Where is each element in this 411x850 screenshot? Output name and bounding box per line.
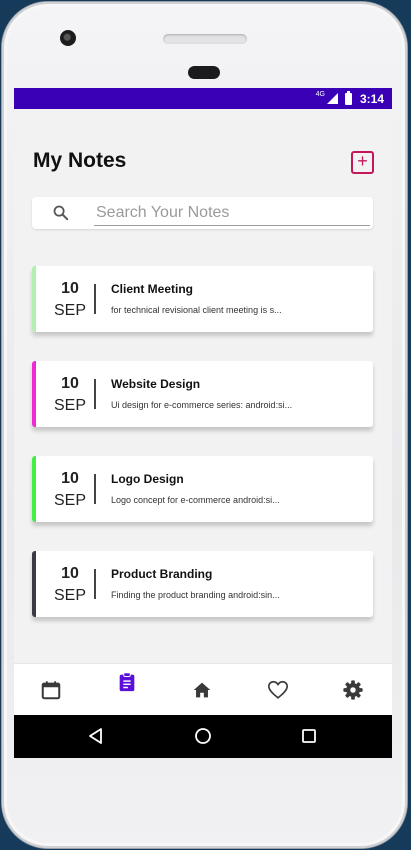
earpiece-speaker (163, 34, 247, 44)
note-preview: for technical revisional client meeting … (111, 305, 282, 315)
signal-icon (326, 93, 338, 104)
nav-favorites[interactable] (250, 664, 306, 716)
proximity-sensor (188, 66, 220, 79)
note-preview: Finding the product branding android:sin… (111, 590, 280, 600)
note-divider (94, 569, 96, 599)
nav-calendar[interactable] (23, 664, 79, 716)
nav-home[interactable] (174, 664, 230, 716)
search-icon (53, 205, 69, 221)
calendar-icon (41, 681, 61, 700)
nav-notes[interactable] (99, 664, 155, 716)
search-input[interactable] (94, 201, 370, 226)
note-month: SEP (54, 397, 87, 414)
recents-button[interactable] (299, 726, 319, 746)
note-title: Logo Design (111, 472, 184, 486)
note-accent-bar (32, 266, 36, 332)
note-card-logo-design[interactable]: 10 SEP Logo Design Logo concept for e-co… (32, 456, 373, 522)
clipboard-notes-icon (119, 672, 135, 692)
search-bar (32, 197, 373, 229)
settings-gear-icon (343, 680, 363, 700)
back-button[interactable] (86, 726, 106, 746)
recents-icon (302, 729, 316, 743)
network-type: 4G (315, 91, 325, 98)
note-accent-bar (32, 361, 36, 427)
status-bar: 4G 3:14 (14, 88, 392, 109)
home-icon (193, 682, 211, 698)
system-navigation-bar (14, 715, 392, 758)
app-screen: 4G 3:14 My Notes + 10 SEP Client Meeting… (14, 88, 392, 758)
note-title: Product Branding (111, 567, 213, 581)
add-note-button[interactable]: + (351, 151, 374, 174)
add-note-icon: + (357, 151, 368, 171)
note-month: SEP (54, 302, 87, 319)
note-day: 10 (61, 470, 79, 487)
page-title: My Notes (33, 149, 127, 172)
front-camera (60, 30, 76, 46)
note-card-website-design[interactable]: 10 SEP Website Design Ui design for e-co… (32, 361, 373, 427)
heart-icon (268, 680, 288, 699)
note-month: SEP (54, 587, 87, 604)
nav-settings[interactable] (325, 664, 381, 716)
note-card-client-meeting[interactable]: 10 SEP Client Meeting for technical revi… (32, 266, 373, 332)
note-title: Client Meeting (111, 282, 194, 296)
note-date: 10 SEP (54, 470, 86, 511)
home-circle-icon (195, 728, 211, 744)
clock: 3:14 (359, 91, 384, 106)
notes-list: 10 SEP Client Meeting for technical revi… (32, 266, 373, 646)
note-date: 10 SEP (54, 565, 86, 606)
home-button[interactable] (193, 726, 213, 746)
note-preview: Ui design for e-commerce series: android… (111, 400, 293, 410)
bottom-navigation (14, 663, 392, 716)
note-date: 10 SEP (54, 375, 86, 416)
note-divider (94, 379, 96, 409)
back-icon (89, 728, 102, 744)
note-day: 10 (61, 280, 79, 297)
note-accent-bar (32, 456, 36, 522)
note-title: Website Design (111, 377, 201, 391)
note-day: 10 (61, 375, 79, 392)
note-preview: Logo concept for e-commerce android:si..… (111, 495, 280, 505)
note-date: 10 SEP (54, 280, 86, 321)
note-card-product-branding[interactable]: 10 SEP Product Branding Finding the prod… (32, 551, 373, 617)
note-day: 10 (61, 565, 79, 582)
note-divider (94, 474, 96, 504)
note-accent-bar (32, 551, 36, 617)
battery-icon (344, 90, 352, 105)
note-month: SEP (54, 492, 87, 509)
note-divider (94, 284, 96, 314)
